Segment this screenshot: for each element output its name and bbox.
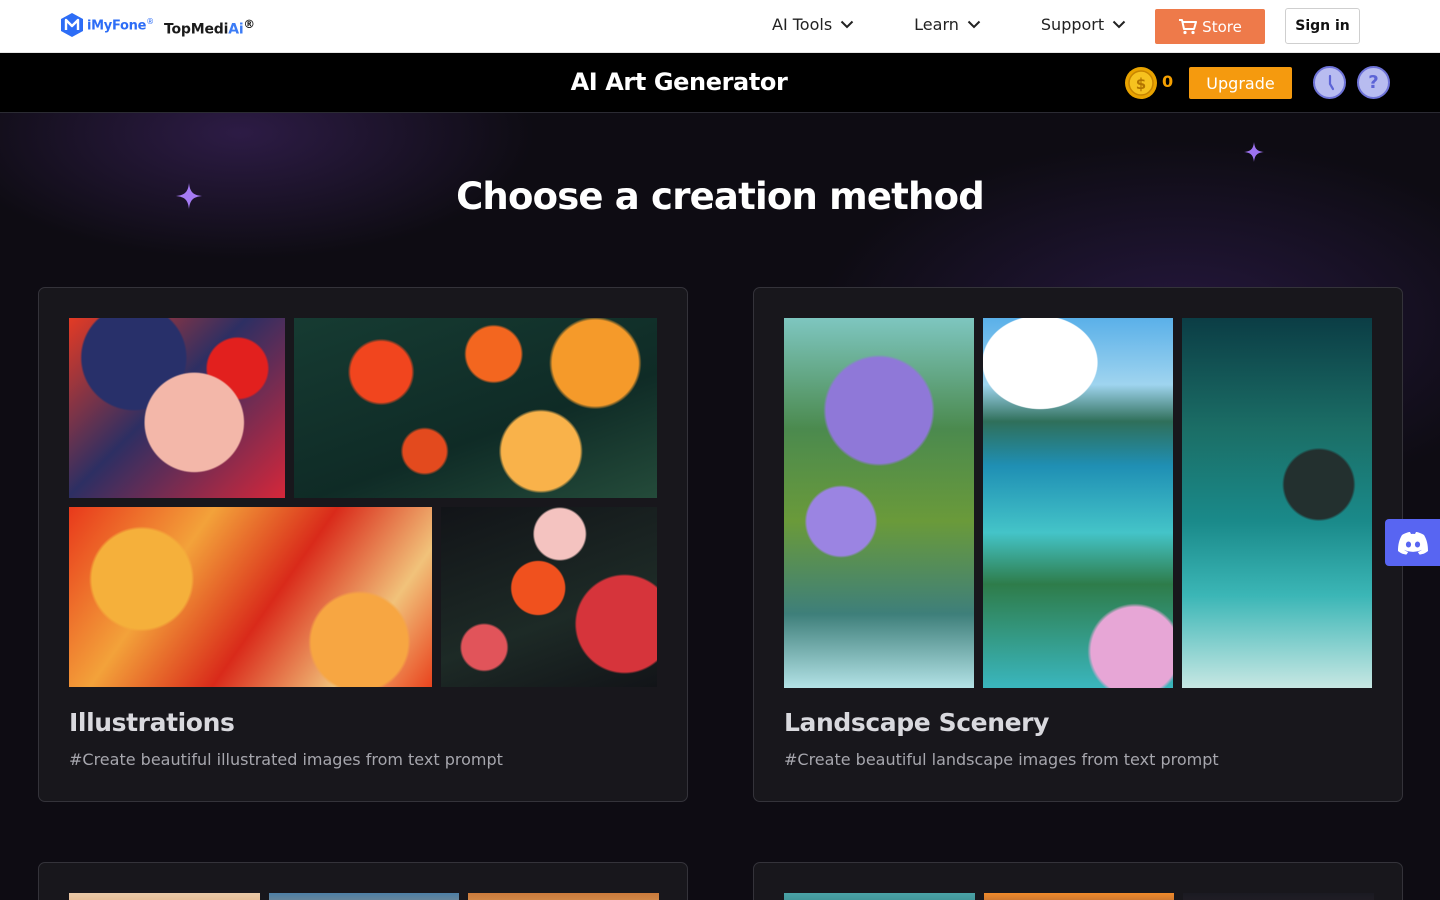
- imyfone-logo-icon: [61, 13, 83, 37]
- preview-image: [784, 893, 975, 900]
- nav-learn-label: Learn: [914, 15, 959, 34]
- main-menu: AI Tools Learn Support: [772, 15, 1126, 34]
- illustration-preview-abstract: [69, 507, 432, 687]
- cart-icon: [1179, 18, 1198, 34]
- imyfone-brand-text: iMyFone®: [87, 16, 154, 34]
- landscape-preview-island: [983, 318, 1173, 688]
- card-title: Landscape Scenery: [784, 708, 1049, 737]
- landscape-preview-temple: [1182, 318, 1372, 688]
- section-title: Choose a creation method: [456, 175, 985, 218]
- help-icon: ?: [1368, 72, 1379, 93]
- landscape-preview-forest: [784, 318, 974, 688]
- creation-method-card-partial[interactable]: [38, 862, 688, 900]
- main-content: Choose a creation method Illustrations #…: [0, 113, 1440, 900]
- sparkle-icon: [1244, 142, 1264, 162]
- imyfone-logo[interactable]: iMyFone®: [60, 12, 154, 38]
- nav-ai-tools-label: AI Tools: [772, 15, 833, 34]
- store-button[interactable]: Store: [1155, 9, 1265, 44]
- top-navigation: iMyFone® TopMediAi® AI Tools Learn Suppo…: [0, 0, 1440, 53]
- nav-support[interactable]: Support: [1041, 15, 1126, 34]
- preview-image: [69, 893, 260, 900]
- history-button[interactable]: [1313, 66, 1346, 99]
- preview-image: [1183, 893, 1375, 900]
- chevron-down-icon: [1112, 20, 1126, 29]
- card-description: #Create beautiful landscape images from …: [784, 750, 1219, 769]
- nav-ai-tools[interactable]: AI Tools: [772, 15, 854, 34]
- nav-support-label: Support: [1040, 15, 1105, 34]
- illustration-preview-girl: [69, 318, 285, 498]
- discord-icon: [1397, 531, 1428, 554]
- upgrade-button[interactable]: Upgrade: [1189, 67, 1292, 99]
- illustration-preview-roses: [441, 507, 657, 687]
- card-title: Illustrations: [69, 708, 235, 737]
- card-preview-strip: [784, 893, 1375, 900]
- illustrations-card[interactable]: Illustrations #Create beautiful illustra…: [38, 287, 688, 802]
- sign-in-button[interactable]: Sign in: [1285, 8, 1360, 44]
- preview-image: [268, 893, 460, 900]
- preview-image: [983, 893, 1175, 900]
- topmediai-logo[interactable]: TopMediAi®: [164, 17, 255, 38]
- card-description: #Create beautiful illustrated images fro…: [69, 750, 503, 769]
- store-button-label: Store: [1202, 17, 1242, 36]
- help-button[interactable]: ?: [1357, 66, 1390, 99]
- nav-learn[interactable]: Learn: [914, 15, 981, 34]
- chevron-down-icon: [840, 20, 854, 29]
- clock-icon: [1328, 74, 1334, 90]
- coin-count: 0: [1162, 72, 1174, 91]
- chevron-down-icon: [967, 20, 981, 29]
- illustration-preview-flowers: [294, 318, 657, 498]
- app-header: AI Art Generator $ 0 Upgrade ?: [0, 53, 1440, 113]
- discord-button[interactable]: [1385, 519, 1440, 566]
- svg-text:$: $: [1136, 75, 1146, 93]
- card-preview-strip: [69, 893, 660, 900]
- preview-image: [468, 893, 660, 900]
- coin-icon: $: [1125, 67, 1157, 99]
- landscape-scenery-card[interactable]: Landscape Scenery #Create beautiful land…: [753, 287, 1403, 802]
- creation-method-card-partial[interactable]: [753, 862, 1403, 900]
